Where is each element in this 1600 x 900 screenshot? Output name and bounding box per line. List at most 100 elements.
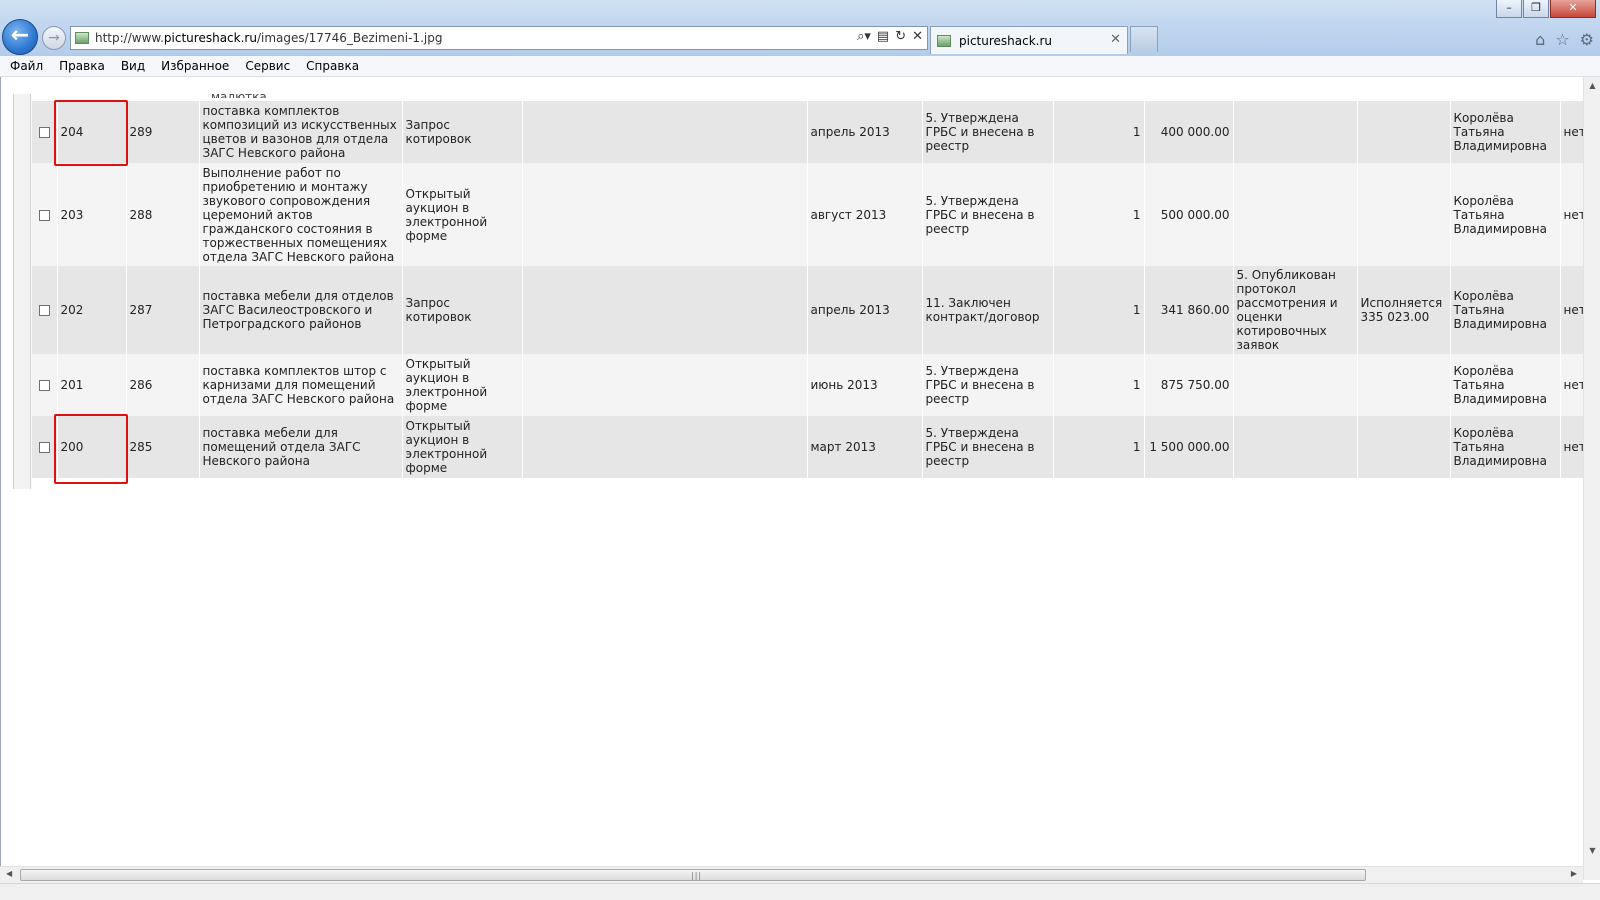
highlight-box-200	[54, 414, 128, 484]
cell-qty: 1	[1053, 354, 1145, 416]
cell-amount: 1 500 000.00	[1144, 416, 1234, 478]
search-icon[interactable]: ⌕▾	[857, 29, 871, 44]
cell-qty: 1	[1053, 163, 1145, 266]
cell-amount: 341 860.00	[1144, 266, 1234, 354]
cell-date: апрель 2013	[807, 101, 923, 163]
menu-bar: Файл Правка Вид Избранное Сервис Справка	[0, 56, 1600, 77]
menu-view[interactable]: Вид	[117, 59, 153, 73]
cell-id: 202	[57, 266, 127, 354]
scroll-down-icon[interactable]: ▼	[1584, 846, 1600, 860]
cell-method: Открытый аукцион в электронной форме	[402, 416, 523, 478]
new-tab-button[interactable]	[1130, 26, 1158, 52]
cell-method: Запрос котировок	[402, 266, 523, 354]
cell-blank	[522, 163, 808, 266]
procurement-table: 204 289 поставка комплектов композиций из …	[32, 101, 1585, 478]
cell-subject: поставка комплектов штор с карнизами для…	[199, 354, 403, 416]
scroll-left-icon[interactable]: ◀	[6, 869, 12, 878]
cell-subject: поставка мебели для помещений отдела ЗАГ…	[199, 416, 403, 478]
cell-num: 285	[126, 416, 200, 478]
cell-date: август 2013	[807, 163, 923, 266]
address-tools: ⌕▾ ▤ ↻ ✕	[857, 29, 923, 44]
cell-person: Королёва Татьяна Владимировна	[1450, 101, 1561, 163]
cell-stage	[1233, 354, 1358, 416]
cut-off-text: малютка	[211, 90, 267, 98]
window-controls: – ❐ ✕	[1495, 0, 1596, 18]
gear-icon[interactable]: ⚙	[1580, 30, 1594, 49]
cell-num: 289	[126, 101, 200, 163]
cell-method: Запрос котировок	[402, 101, 523, 163]
home-icon[interactable]: ⌂	[1535, 30, 1545, 49]
cell-date: июнь 2013	[807, 354, 923, 416]
cell-subject: поставка мебели для отделов ЗАГС Василео…	[199, 266, 403, 354]
row-checkbox[interactable]	[38, 127, 50, 138]
back-button[interactable]: ←	[2, 19, 38, 55]
cell-stage: 5. Опубликован протокол рассмотрения и о…	[1233, 266, 1358, 354]
minimize-button[interactable]: –	[1496, 0, 1522, 18]
scroll-right-icon[interactable]: ▶	[1571, 869, 1577, 878]
close-window-button[interactable]: ✕	[1550, 0, 1596, 18]
table-row[interactable]: 200 285 поставка мебели для помещений отде…	[32, 416, 1585, 478]
cell-status: 5. Утверждена ГРБС и внесена в реестр	[922, 101, 1054, 163]
row-checkbox-cell	[32, 163, 58, 266]
refresh-icon[interactable]: ↻	[895, 29, 906, 44]
horizontal-scroll-thumb[interactable]: |||	[20, 869, 1366, 881]
browser-tab[interactable]: pictureshack.ru ✕	[930, 26, 1128, 54]
cell-method: Открытый аукцион в электронной форме	[402, 354, 523, 416]
cell-blank	[522, 101, 808, 163]
row-checkbox[interactable]	[38, 209, 50, 221]
compat-view-icon[interactable]: ▤	[877, 29, 889, 44]
row-checkbox[interactable]	[38, 442, 50, 453]
menu-help[interactable]: Справка	[302, 59, 367, 73]
address-bar[interactable]: http://www.pictureshack.ru/images/17746_…	[70, 26, 928, 50]
menu-tools[interactable]: Сервис	[241, 59, 298, 73]
grip-icon: |||	[691, 871, 703, 880]
cell-last: нет	[1560, 416, 1585, 478]
cell-num: 287	[126, 266, 200, 354]
title-bar: – ❐ ✕ ← → http://www.pictureshack.ru/ima…	[0, 0, 1600, 56]
row-checkbox[interactable]	[38, 380, 50, 391]
table-row[interactable]: 202 287 поставка мебели для отделов ЗАГС В…	[32, 266, 1585, 354]
menu-file[interactable]: Файл	[6, 59, 51, 73]
cell-last: нет	[1560, 163, 1585, 266]
table-row[interactable]: 201 286 поставка комплектов штор с карниза…	[32, 354, 1585, 416]
row-checkbox-cell	[32, 354, 58, 416]
arrow-right-icon: →	[48, 30, 60, 46]
row-checkbox-cell	[32, 266, 58, 354]
cell-date: апрель 2013	[807, 266, 923, 354]
cell-method: Открытый аукцион в электронной форме	[402, 163, 523, 266]
tab-close-icon[interactable]: ✕	[1110, 32, 1121, 47]
cell-amount: 500 000.00	[1144, 163, 1234, 266]
row-checkbox[interactable]	[38, 305, 50, 316]
cell-exec	[1357, 354, 1451, 416]
tab-page-icon	[937, 34, 951, 47]
horizontal-scrollbar[interactable]: ◀ ||| ▶	[0, 866, 1583, 883]
menu-favorites[interactable]: Избранное	[157, 59, 237, 73]
cell-status: 11. Заключен контракт/договор	[922, 266, 1054, 354]
table-row[interactable]: 204 289 поставка комплектов композиций из …	[32, 101, 1585, 163]
cell-blank	[522, 266, 808, 354]
close-icon[interactable]: ✕	[912, 29, 923, 44]
scroll-up-icon[interactable]: ▲	[1584, 81, 1600, 95]
vertical-scrollbar[interactable]: ▲ ▼	[1583, 77, 1600, 880]
cell-exec	[1357, 101, 1451, 163]
status-bar	[0, 883, 1600, 900]
cell-num: 288	[126, 163, 200, 266]
cell-exec	[1357, 163, 1451, 266]
forward-button[interactable]: →	[42, 26, 66, 50]
cell-person: Королёва Татьяна Владимировна	[1450, 416, 1561, 478]
cell-qty: 1	[1053, 416, 1145, 478]
menu-edit[interactable]: Правка	[55, 59, 113, 73]
cell-status: 5. Утверждена ГРБС и внесена в реестр	[922, 354, 1054, 416]
cell-qty: 1	[1053, 266, 1145, 354]
address-url[interactable]: http://www.pictureshack.ru/images/17746_…	[95, 31, 442, 45]
star-icon[interactable]: ☆	[1555, 30, 1569, 49]
cell-date: март 2013	[807, 416, 923, 478]
maximize-button[interactable]: ❐	[1523, 0, 1549, 18]
table-row[interactable]: 203 288 Выполнение работ по приобретению и…	[32, 163, 1585, 266]
cell-stage	[1233, 416, 1358, 478]
cell-last: нет	[1560, 101, 1585, 163]
page-icon	[75, 32, 89, 44]
cell-subject: поставка комплектов композиций из искусс…	[199, 101, 403, 163]
cell-last: нет	[1560, 354, 1585, 416]
cell-amount: 875 750.00	[1144, 354, 1234, 416]
